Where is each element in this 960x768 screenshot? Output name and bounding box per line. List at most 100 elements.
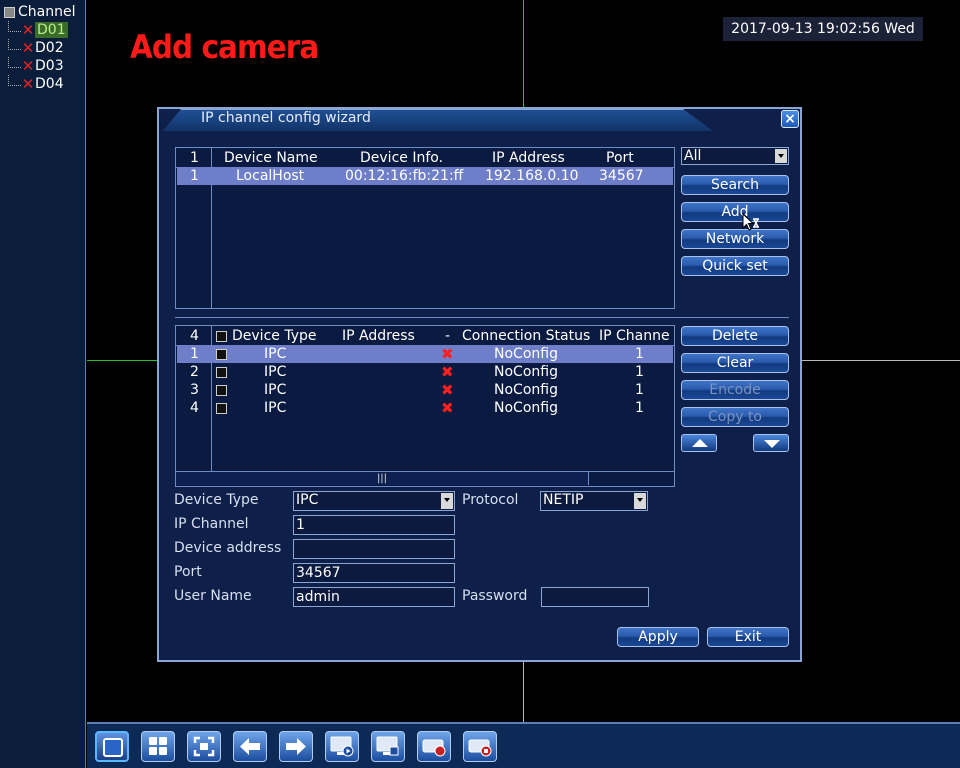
channel-item-label: D01: [35, 22, 68, 38]
bottom-toolbar: [87, 722, 960, 768]
status-x-icon: ✖: [441, 363, 454, 381]
table-cell: 1: [635, 364, 644, 380]
ip-channel-label: IP Channel: [174, 516, 249, 532]
arrow-up-icon: [692, 439, 708, 447]
playback-icon: [330, 736, 354, 757]
fullscreen-icon: [193, 736, 215, 757]
next-icon: [286, 738, 306, 755]
exit-button[interactable]: Exit: [707, 627, 789, 647]
horizontal-scrollbar[interactable]: |||: [176, 471, 674, 486]
column-header[interactable]: Port: [606, 149, 634, 167]
close-button[interactable]: ×: [781, 110, 799, 128]
status-x-icon: ✖: [441, 345, 454, 363]
quad-view-button[interactable]: [141, 731, 175, 762]
ip-channel-field[interactable]: 1: [293, 515, 455, 535]
table-cell: IPC: [264, 382, 287, 398]
device-address-label: Device address: [174, 540, 282, 556]
column-header[interactable]: Device Type: [232, 327, 317, 345]
delete-button[interactable]: Delete: [681, 326, 789, 346]
row-checkbox[interactable]: [216, 367, 227, 378]
table-cell: 00:12:16:fb:21:ff: [345, 168, 464, 184]
password-label: Password: [462, 588, 528, 604]
scrollbar-thumb[interactable]: |||: [176, 472, 589, 485]
protocol-select[interactable]: NETIP: [540, 491, 648, 511]
search-button[interactable]: Search: [681, 175, 789, 195]
column-header: 4: [190, 328, 199, 344]
quick-set-button[interactable]: Quick set: [681, 256, 789, 276]
playback-button[interactable]: [325, 731, 359, 762]
user-name-label: User Name: [174, 588, 252, 604]
table-cell: IPC: [264, 346, 287, 362]
protocol-value: NETIP: [543, 492, 584, 508]
table-cell: NoConfig: [494, 346, 558, 362]
encode-button[interactable]: Encode: [681, 380, 789, 400]
next-button[interactable]: [279, 731, 313, 762]
screen-record-icon: [376, 736, 399, 756]
column-header[interactable]: Device Info.: [360, 149, 443, 167]
copy-to-button[interactable]: Copy to: [681, 407, 789, 427]
apply-button[interactable]: Apply: [617, 627, 699, 647]
channel-item-d04[interactable]: ✕ D04: [8, 74, 64, 93]
channel-tree-root[interactable]: Channel: [4, 4, 75, 20]
single-view-button[interactable]: [95, 731, 129, 762]
status-x-icon: ✖: [441, 399, 454, 417]
disconnected-icon: ✕: [21, 75, 35, 93]
fullscreen-button[interactable]: [187, 731, 221, 762]
device-type-select[interactable]: IPC: [293, 491, 455, 511]
dialog-titlebar: IP channel config wizard ×: [159, 109, 800, 131]
scrollbar-grip: |||: [376, 473, 388, 484]
stop-record-button[interactable]: [463, 731, 497, 762]
disconnected-icon: ✕: [21, 21, 35, 39]
table-cell: 4: [190, 400, 199, 416]
user-name-field[interactable]: admin: [293, 587, 455, 607]
dialog-title: IP channel config wizard: [201, 110, 371, 126]
column-header[interactable]: Connection Status: [462, 327, 590, 345]
table-cell: 34567: [599, 168, 644, 184]
device-filter-select[interactable]: All: [681, 147, 789, 165]
record-button[interactable]: [417, 731, 451, 762]
column-header[interactable]: -: [445, 327, 450, 345]
device-address-field[interactable]: [293, 539, 455, 559]
channel-item-d01[interactable]: ✕ D01: [8, 20, 68, 39]
select-all-checkbox[interactable]: [216, 331, 227, 342]
password-field[interactable]: [541, 587, 649, 607]
device-type-value: IPC: [296, 492, 319, 508]
channel-item-d03[interactable]: ✕ D03: [8, 56, 64, 75]
channel-item-label: D02: [35, 40, 64, 56]
move-up-button[interactable]: [681, 434, 717, 452]
table-cell: 1: [635, 382, 644, 398]
row-checkbox[interactable]: [216, 385, 227, 396]
clear-button[interactable]: Clear: [681, 353, 789, 373]
stop-record-icon: [468, 739, 492, 757]
column-header[interactable]: IP Channe: [599, 327, 675, 345]
column-header[interactable]: Device Name: [224, 149, 318, 167]
table-cell: IPC: [264, 400, 287, 416]
datetime-display: 2017-09-13 19:02:56 Wed: [723, 17, 923, 41]
table-row[interactable]: [177, 399, 673, 417]
port-field[interactable]: 34567: [293, 563, 455, 583]
channel-item-d02[interactable]: ✕ D02: [8, 38, 64, 57]
network-button[interactable]: Network: [681, 229, 789, 249]
table-row[interactable]: [177, 363, 673, 381]
mouse-cursor-icon: [742, 213, 759, 231]
ip-channel-config-dialog: IP channel config wizard × 1 Device Name…: [157, 107, 802, 662]
divider: [175, 317, 789, 318]
row-checkbox[interactable]: [216, 403, 227, 414]
table-row[interactable]: [177, 345, 673, 363]
column-header[interactable]: IP Address: [342, 327, 415, 345]
table-cell: 192.168.0.10: [485, 168, 579, 184]
row-checkbox[interactable]: [216, 349, 227, 360]
move-down-button[interactable]: [753, 434, 789, 452]
table-cell: 1: [190, 168, 199, 184]
disconnected-icon: ✕: [21, 39, 35, 57]
collapse-icon: [4, 6, 15, 18]
channel-item-label: D04: [35, 76, 64, 92]
table-row[interactable]: [177, 381, 673, 399]
table-cell: 1: [635, 346, 644, 362]
column-header[interactable]: IP Address: [492, 149, 565, 167]
table-cell: 1: [635, 400, 644, 416]
previous-button[interactable]: [233, 731, 267, 762]
add-button[interactable]: Add: [681, 202, 789, 222]
screen-record-button[interactable]: [371, 731, 405, 762]
search-results-table: 1 Device Name Device Info. IP Address Po…: [175, 147, 675, 309]
